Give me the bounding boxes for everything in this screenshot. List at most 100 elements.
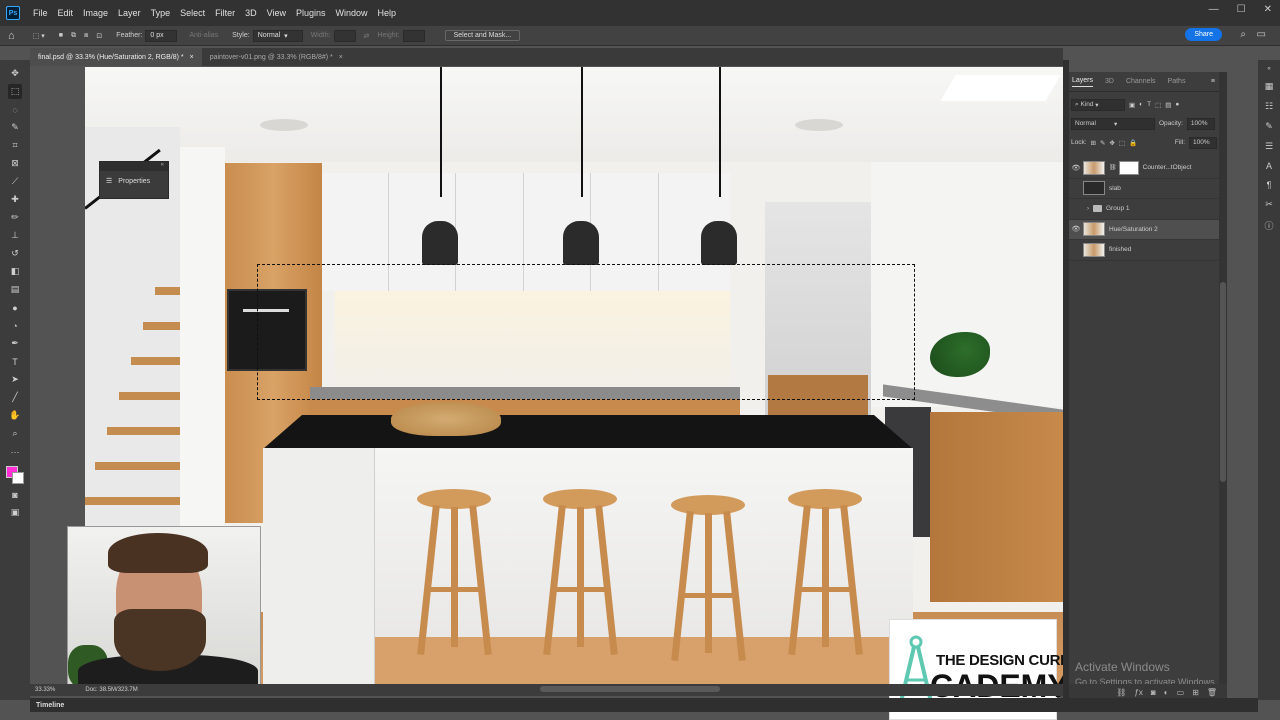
menu-edit[interactable]: Edit: [53, 8, 79, 18]
menu-3d[interactable]: 3D: [240, 8, 262, 18]
crop-tool-icon[interactable]: ⌗: [8, 138, 22, 153]
tab-final-psd[interactable]: final.psd @ 33.3% (Hue/Saturation 2, RGB…: [30, 48, 202, 66]
filter-adjustment-icon[interactable]: ◐: [1139, 101, 1143, 108]
background-color-swatch[interactable]: [12, 472, 24, 484]
tab-close-icon[interactable]: ×: [339, 54, 343, 61]
gradient-tool-icon[interactable]: ▤: [8, 282, 22, 297]
visibility-eye-icon[interactable]: 👁: [1069, 225, 1083, 233]
brush-settings-icon[interactable]: ✎: [1265, 121, 1273, 132]
lasso-tool-icon[interactable]: ◌: [8, 102, 22, 117]
feather-input[interactable]: 0 px: [145, 29, 178, 42]
adjustments-icon[interactable]: ☷: [1265, 101, 1273, 112]
tab-close-icon[interactable]: ×: [190, 54, 194, 61]
lock-position-icon[interactable]: ✥: [1109, 139, 1114, 147]
marquee-tool-preset-icon[interactable]: ⬚ ▾: [33, 32, 45, 40]
selection-mode-subtract-icon[interactable]: ⧈: [84, 32, 88, 40]
quick-mask-icon[interactable]: ◙: [8, 487, 22, 502]
opacity-input[interactable]: 100%: [1186, 117, 1215, 130]
healing-brush-tool-icon[interactable]: ✚: [8, 192, 22, 207]
link-layers-icon[interactable]: ⛓: [1116, 688, 1126, 697]
tab-paths[interactable]: Paths: [1168, 78, 1186, 85]
tab-3d[interactable]: 3D: [1105, 78, 1114, 85]
workspace-icon[interactable]: ▭: [1257, 29, 1266, 40]
filter-shape-icon[interactable]: ⬚: [1155, 101, 1161, 109]
frame-tool-icon[interactable]: ⊠: [8, 156, 22, 171]
color-swatches[interactable]: [6, 466, 24, 484]
menu-layer[interactable]: Layer: [113, 8, 146, 18]
menu-window[interactable]: Window: [331, 8, 373, 18]
quick-selection-tool-icon[interactable]: ✎: [8, 120, 22, 135]
menu-filter[interactable]: Filter: [210, 8, 240, 18]
swap-dimensions-icon[interactable]: ⇄: [364, 32, 370, 40]
blur-tool-icon[interactable]: ●: [8, 300, 22, 315]
share-button[interactable]: Share: [1185, 28, 1222, 41]
rectangular-marquee-tool-icon[interactable]: ⬚: [8, 84, 22, 99]
tools-preset-icon[interactable]: ✂: [1265, 199, 1273, 210]
visibility-eye-icon[interactable]: 👁: [1069, 164, 1083, 172]
layer-mask-thumbnail[interactable]: [1118, 160, 1139, 175]
lock-all-icon[interactable]: 🔒: [1129, 139, 1137, 147]
lock-artboard-icon[interactable]: ⬚: [1119, 139, 1125, 147]
tab-layers[interactable]: Layers: [1072, 77, 1094, 87]
zoom-level[interactable]: 33.33%: [35, 687, 55, 693]
style-select[interactable]: Normal ▾: [252, 29, 303, 42]
hand-tool-icon[interactable]: ✋: [8, 408, 22, 423]
eraser-tool-icon[interactable]: ◧: [8, 264, 22, 279]
marquee-selection[interactable]: [257, 264, 915, 400]
menu-type[interactable]: Type: [146, 8, 176, 18]
document-size[interactable]: Doc: 38.5M/323.7M: [85, 687, 137, 693]
menu-plugins[interactable]: Plugins: [291, 8, 331, 18]
dodge-tool-icon[interactable]: ◔: [8, 318, 22, 333]
tab-channels[interactable]: Channels: [1126, 78, 1156, 85]
menu-image[interactable]: Image: [78, 8, 113, 18]
info-panel-icon[interactable]: ⓘ: [1264, 219, 1273, 232]
layers-scrollbar[interactable]: [1219, 72, 1227, 700]
paragraph-panel-icon[interactable]: ¶: [1267, 180, 1272, 190]
menu-file[interactable]: File: [28, 8, 53, 18]
new-layer-icon[interactable]: ⊞: [1192, 688, 1199, 697]
collapse-panels-icon[interactable]: «: [1267, 66, 1270, 72]
path-selection-tool-icon[interactable]: ➤: [8, 372, 22, 387]
trash-icon[interactable]: 🗑: [1207, 688, 1217, 697]
line-tool-icon[interactable]: ╱: [8, 390, 22, 405]
libraries-icon[interactable]: ☰: [1265, 141, 1273, 152]
adjustment-layer-icon[interactable]: ◐: [1164, 688, 1169, 697]
filter-pixel-icon[interactable]: ▣: [1129, 101, 1135, 109]
timeline-panel-tab[interactable]: Timeline: [30, 698, 1258, 712]
home-icon[interactable]: ⌂: [8, 30, 15, 42]
layer-group-1[interactable]: › Group 1: [1069, 199, 1227, 220]
menu-select[interactable]: Select: [175, 8, 210, 18]
pen-tool-icon[interactable]: ✒: [8, 336, 22, 351]
layer-finished[interactable]: finished: [1069, 240, 1227, 261]
horizontal-scrollbar[interactable]: [540, 686, 720, 692]
width-input[interactable]: [333, 29, 356, 42]
menu-help[interactable]: Help: [373, 8, 402, 18]
properties-collapse-icon[interactable]: «: [100, 162, 168, 171]
type-tool-icon[interactable]: T: [8, 354, 22, 369]
select-and-mask-button[interactable]: Select and Mask...: [444, 30, 521, 41]
tab-paintover[interactable]: paintover-v01.png @ 33.3% (RGB/8#) * ×: [202, 48, 351, 66]
add-mask-icon[interactable]: ◙: [1151, 688, 1156, 697]
eyedropper-tool-icon[interactable]: ⟋: [8, 174, 22, 189]
selection-mode-add-icon[interactable]: ⧉: [71, 32, 76, 40]
anti-alias-checkbox[interactable]: Anti-alias: [189, 32, 218, 39]
panel-menu-icon[interactable]: ≡: [1211, 78, 1215, 85]
close-icon[interactable]: ✕: [1264, 4, 1272, 15]
lock-paint-icon[interactable]: ✎: [1100, 139, 1105, 147]
kind-filter-select[interactable]: ⌕ Kind ▾: [1071, 98, 1125, 111]
search-icon[interactable]: ⌕: [1240, 29, 1246, 40]
history-brush-tool-icon[interactable]: ↺: [8, 246, 22, 261]
zoom-tool-icon[interactable]: ⌕: [8, 426, 22, 441]
move-tool-icon[interactable]: ✥: [8, 66, 22, 81]
properties-panel[interactable]: « ☰ Properties: [99, 161, 169, 199]
filter-toggle-icon[interactable]: ●: [1175, 101, 1179, 108]
selection-mode-new-icon[interactable]: ■: [59, 32, 63, 39]
new-group-icon[interactable]: ▭: [1177, 688, 1185, 697]
fx-icon[interactable]: ƒx: [1134, 688, 1142, 697]
screen-mode-icon[interactable]: ▣: [8, 505, 22, 520]
fill-input[interactable]: 100%: [1189, 136, 1217, 149]
height-input[interactable]: [402, 29, 425, 42]
properties-panel-icon[interactable]: ▦: [1265, 81, 1274, 92]
clone-stamp-tool-icon[interactable]: ⊥: [8, 228, 22, 243]
brush-tool-icon[interactable]: ✏: [8, 210, 22, 225]
